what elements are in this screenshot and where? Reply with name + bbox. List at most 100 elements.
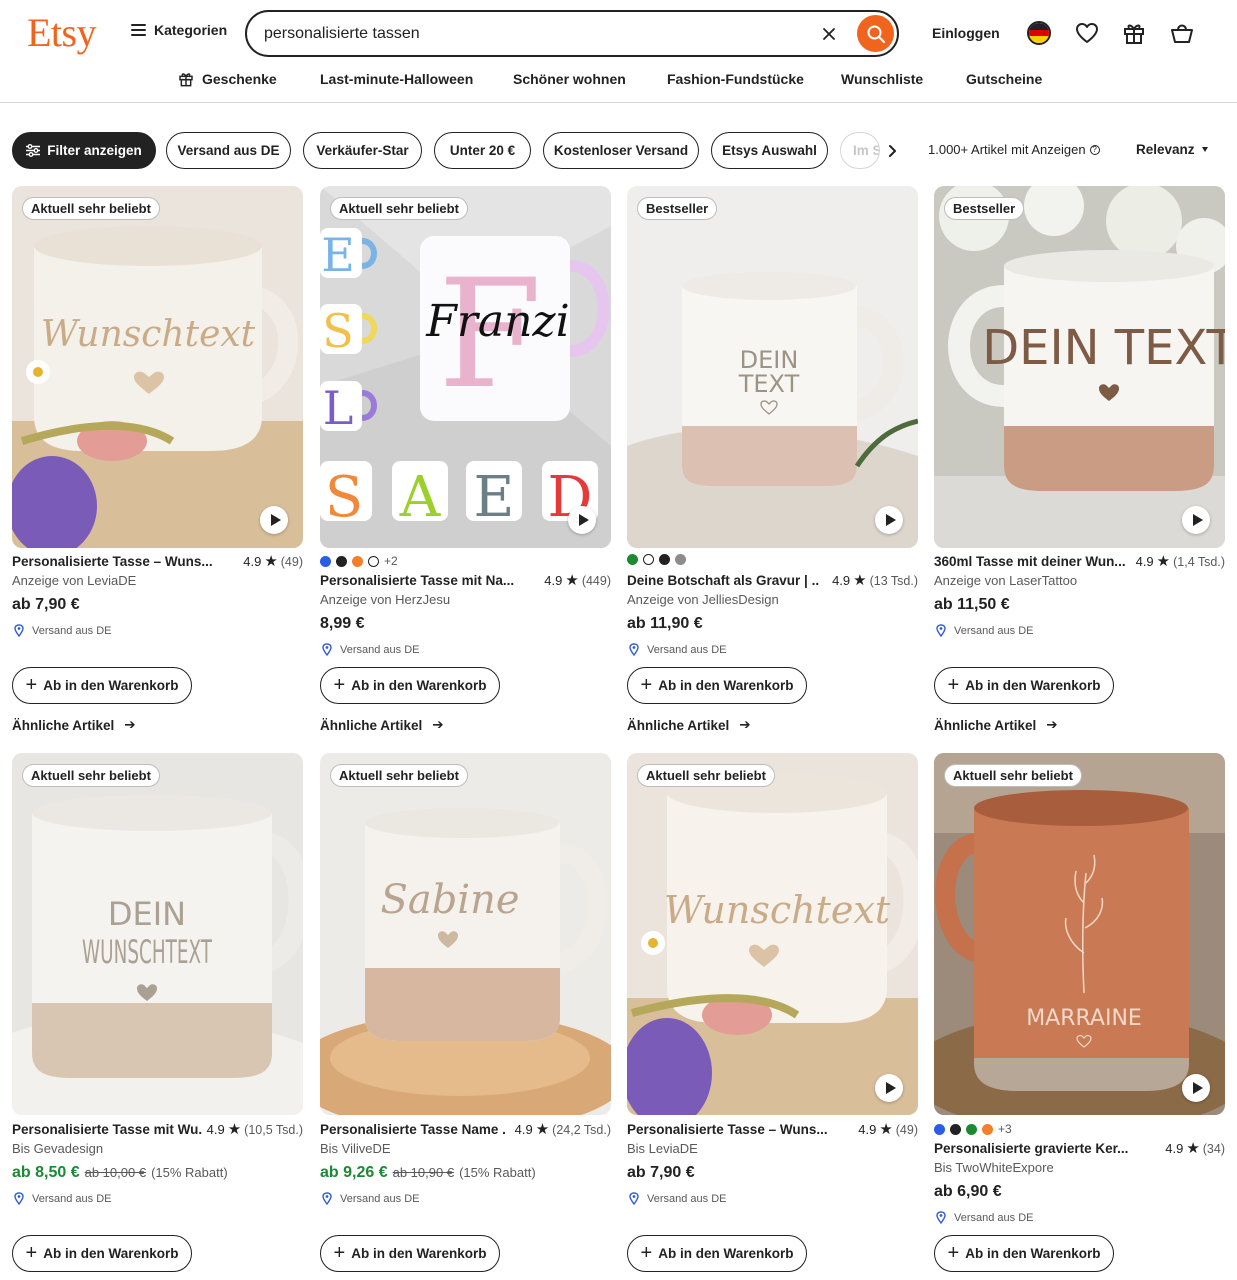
add-to-cart-button[interactable]: + Ab in den Warenkorb xyxy=(627,667,807,704)
title-row: Personalisierte gravierte Ker... 4.9 ★ (34… xyxy=(934,1141,1225,1159)
add-to-cart-button[interactable]: + Ab in den Warenkorb xyxy=(627,1235,807,1272)
add-to-cart-button[interactable]: + Ab in den Warenkorb xyxy=(934,667,1114,704)
color-swatch xyxy=(368,555,379,567)
favorites-button[interactable] xyxy=(1074,20,1100,46)
product-image[interactable]: E S L F Franzi S A E D Aktuell sehr beli… xyxy=(320,186,611,548)
price: ab 11,90 € xyxy=(627,615,703,633)
play-video-button[interactable] xyxy=(1182,506,1210,534)
nav-item-home[interactable]: Schöner wohnen xyxy=(513,71,626,87)
language-flag-button[interactable] xyxy=(1026,20,1052,46)
product-title[interactable]: Personalisierte Tasse – Wuns... xyxy=(12,554,212,569)
nav-item-halloween[interactable]: Last-minute-Halloween xyxy=(320,71,473,87)
product-title[interactable]: Personalisierte Tasse – Wuns... xyxy=(627,1122,827,1137)
seller-name[interactable]: Bis Gevadesign xyxy=(12,1141,103,1156)
play-video-button[interactable] xyxy=(1182,1074,1210,1102)
play-video-button[interactable] xyxy=(875,506,903,534)
nav-item-gifts[interactable]: Geschenke xyxy=(178,71,277,87)
plus-icon: + xyxy=(333,1241,346,1264)
category-nav: Geschenke Last-minute-Halloween Schöner … xyxy=(0,66,1237,103)
filter-chip-ships-from-de[interactable]: Versand aus DE xyxy=(166,132,291,169)
similar-items-link[interactable]: Ähnliche Artikel ➔ xyxy=(12,717,136,733)
filter-chip-partial[interactable]: Im S xyxy=(840,132,880,169)
add-to-cart-label: Ab in den Warenkorb xyxy=(658,678,794,693)
rating-value: 4.9 xyxy=(243,554,262,569)
similar-items-link[interactable]: Ähnliche Artikel ➔ xyxy=(320,717,444,733)
rating: 4.9 ★ (10,5 Tsd.) xyxy=(207,1122,303,1137)
product-title[interactable]: Personalisierte Tasse Name ... xyxy=(320,1122,506,1137)
product-image[interactable]: DEIN TEXT Bestseller xyxy=(627,186,918,548)
add-to-cart-button[interactable]: + Ab in den Warenkorb xyxy=(320,667,500,704)
search-button[interactable] xyxy=(857,15,894,52)
product-image[interactable]: Sabine Aktuell sehr beliebt xyxy=(320,753,611,1115)
shipping-info: Versand aus DE xyxy=(629,643,727,656)
etsy-logo[interactable]: Etsy xyxy=(27,9,97,56)
product-title[interactable]: Personalisierte Tasse mit Wu... xyxy=(12,1122,202,1137)
location-pin-icon xyxy=(322,1192,332,1205)
product-image[interactable]: Wunschtext Aktuell sehr beliebt xyxy=(627,753,918,1115)
product-title[interactable]: Deine Botschaft als Gravur | ... xyxy=(627,573,819,588)
add-to-cart-button[interactable]: + Ab in den Warenkorb xyxy=(934,1235,1114,1272)
original-price: ab 10,90 € xyxy=(392,1165,455,1180)
rating-value: 4.9 xyxy=(1135,554,1154,569)
chevron-right-icon[interactable] xyxy=(882,141,902,161)
site-header: Etsy Kategorien Einloggen xyxy=(0,0,1237,66)
filter-chip-star-seller[interactable]: Verkäufer-Star xyxy=(303,132,422,169)
add-to-cart-label: Ab in den Warenkorb xyxy=(351,1246,487,1261)
nav-item-fashion[interactable]: Fashion-Fundstücke xyxy=(667,71,804,87)
image-text: Wunschtext xyxy=(41,314,256,355)
product-title[interactable]: Personalisierte Tasse mit Na... xyxy=(320,573,525,588)
seller-name[interactable]: Bis ViliveDE xyxy=(320,1141,391,1156)
star-icon: ★ xyxy=(853,572,867,589)
product-image[interactable]: MARRAINE Aktuell sehr beliebt xyxy=(934,753,1225,1115)
seller-name[interactable]: Anzeige von JelliesDesign xyxy=(627,592,779,607)
seller-name[interactable]: Anzeige von HerzJesu xyxy=(320,592,450,607)
product-image[interactable]: Wunschtext Aktuell sehr beliebt xyxy=(12,186,303,548)
plus-icon: + xyxy=(333,673,346,696)
add-to-cart-label: Ab in den Warenkorb xyxy=(965,678,1101,693)
nav-item-wishlist[interactable]: Wunschliste xyxy=(841,71,923,87)
seller-name[interactable]: Anzeige von LaserTattoo xyxy=(934,573,1077,588)
product-image[interactable]: DEIN TEXT Bestseller xyxy=(934,186,1225,548)
seller-name[interactable]: Bis TwoWhiteExpore xyxy=(934,1160,1054,1175)
similar-items-link[interactable]: Ähnliche Artikel ➔ xyxy=(627,717,751,733)
product-title[interactable]: 360ml Tasse mit deiner Wun... xyxy=(934,554,1126,569)
rating-value: 4.9 xyxy=(206,1122,225,1137)
similar-items-link[interactable]: Ähnliche Artikel ➔ xyxy=(934,717,1058,733)
clear-search-icon[interactable] xyxy=(819,24,839,44)
rating: 4.9 ★ (1,4 Tsd.) xyxy=(1136,554,1225,569)
gifts-button[interactable] xyxy=(1121,20,1147,46)
categories-button[interactable]: Kategorien xyxy=(131,22,227,38)
product-title[interactable]: Personalisierte gravierte Ker... xyxy=(934,1141,1134,1156)
filter-bar: Filter anzeigen Versand aus DE Verkäufer… xyxy=(0,132,1237,170)
seller-name[interactable]: Bis LeviaDE xyxy=(627,1141,698,1156)
sort-dropdown[interactable]: Relevanz xyxy=(1136,142,1208,157)
play-video-button[interactable] xyxy=(875,1074,903,1102)
play-video-button[interactable] xyxy=(568,506,596,534)
color-swatch xyxy=(675,554,686,565)
add-to-cart-button[interactable]: + Ab in den Warenkorb xyxy=(12,667,192,704)
add-to-cart-button[interactable]: + Ab in den Warenkorb xyxy=(12,1235,192,1272)
rating-value: 4.9 xyxy=(832,573,851,588)
color-swatch xyxy=(627,554,638,565)
add-to-cart-button[interactable]: + Ab in den Warenkorb xyxy=(320,1235,500,1272)
image-letter: A xyxy=(399,465,441,530)
image-letter: E xyxy=(321,228,355,282)
rating: 4.9 ★ (24,2 Tsd.) xyxy=(515,1122,611,1137)
product-image[interactable]: DEIN WUNSCHTEXT Aktuell sehr beliebt xyxy=(12,753,303,1115)
seller-name[interactable]: Anzeige von LeviaDE xyxy=(12,573,136,588)
discount-percent: (15% Rabatt) xyxy=(459,1165,536,1180)
help-icon[interactable]: ? xyxy=(1089,144,1100,155)
filter-chip-etsy-picks[interactable]: Etsys Auswahl xyxy=(711,132,828,169)
add-to-cart-label: Ab in den Warenkorb xyxy=(351,678,487,693)
filter-chip-free-shipping[interactable]: Kostenloser Versand xyxy=(543,132,699,169)
nav-item-gift-cards[interactable]: Gutscheine xyxy=(966,71,1042,87)
search-input[interactable] xyxy=(264,22,804,46)
show-filters-button[interactable]: Filter anzeigen xyxy=(12,132,156,169)
arrow-right-icon: ➔ xyxy=(1046,717,1058,732)
image-text: TEXT xyxy=(738,370,800,398)
login-link[interactable]: Einloggen xyxy=(932,25,1000,41)
cart-button[interactable] xyxy=(1169,20,1195,46)
filter-chip-under-20[interactable]: Unter 20 € xyxy=(434,132,531,169)
play-video-button[interactable] xyxy=(260,506,288,534)
color-swatch xyxy=(643,554,654,565)
